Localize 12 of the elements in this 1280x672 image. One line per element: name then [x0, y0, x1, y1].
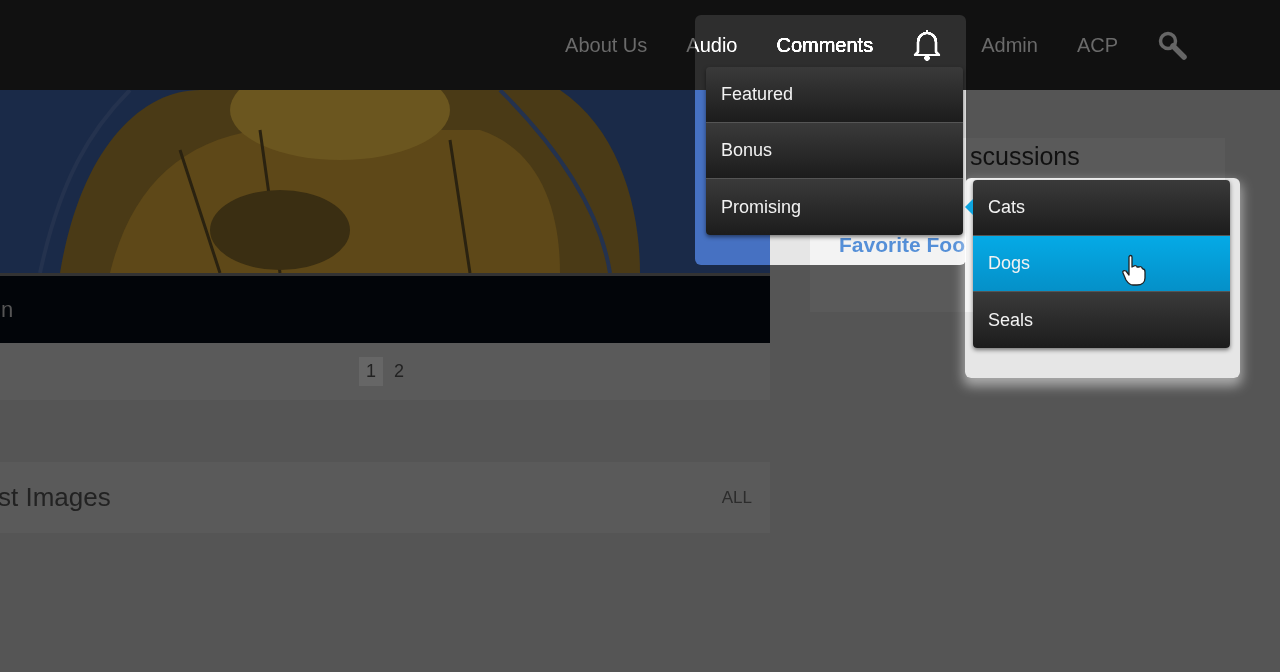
menu-item[interactable]: Featured	[706, 67, 963, 123]
menu-item[interactable]: Bonus	[706, 123, 963, 179]
hand-cursor-icon	[1121, 254, 1147, 286]
submenu-item[interactable]: Seals	[973, 292, 1230, 348]
bell-icon[interactable]	[912, 29, 943, 61]
banner-caption: n	[1, 296, 14, 323]
menu-item[interactable]: Promising	[706, 179, 963, 235]
pointer-triangle-icon	[965, 199, 973, 215]
submenu-item[interactable]: Cats	[973, 180, 1230, 236]
nav-link[interactable]: Audio	[686, 33, 738, 57]
panel-title: scussions	[970, 142, 1081, 171]
search-icon[interactable]	[1157, 30, 1187, 60]
